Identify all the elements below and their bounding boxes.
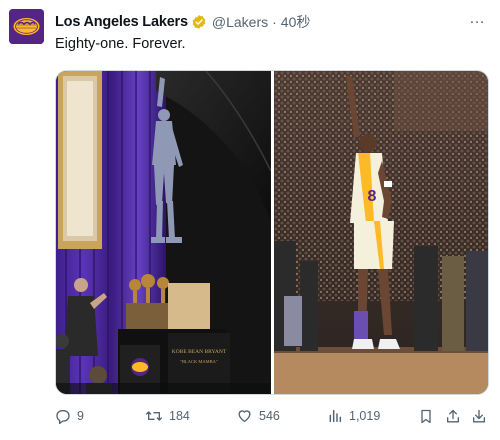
avatar[interactable] [9, 9, 44, 44]
plaque-title: KOBE BEAN BRYANT [172, 349, 227, 355]
photo-statue[interactable]: KOBE BEAN BRYANT "BLACK MAMBA" [56, 71, 271, 394]
like-count: 546 [259, 409, 280, 423]
bookmark-button[interactable] [418, 408, 434, 425]
jersey-number: 8 [368, 188, 377, 205]
more-icon[interactable]: … [469, 10, 486, 28]
lakers-logo [9, 9, 44, 44]
display-name[interactable]: Los Angeles Lakers [55, 14, 188, 30]
handle[interactable]: @Lakers [212, 14, 268, 30]
share-icon [447, 409, 459, 423]
download-button[interactable] [471, 408, 487, 425]
separator-dot: · [272, 14, 277, 30]
reply-button[interactable]: 9 [55, 408, 84, 424]
repost-button[interactable]: 184 [145, 408, 190, 424]
tweet: Los Angeles Lakers @Lakers · 40秒 … Eight… [0, 0, 500, 440]
repost-icon [146, 411, 162, 421]
views-icon [329, 409, 342, 423]
reply-count: 9 [77, 409, 84, 423]
like-icon [238, 410, 251, 422]
action-bar: 9 184 546 1,019 [55, 408, 489, 432]
share-button[interactable] [445, 408, 461, 425]
tweet-header: Los Angeles Lakers @Lakers · 40秒 … [55, 10, 486, 32]
arena-photo-illustration: 8 [274, 71, 488, 394]
statue-photo-illustration: KOBE BEAN BRYANT "BLACK MAMBA" [56, 71, 271, 394]
like-button[interactable]: 546 [236, 408, 280, 424]
bookmark-icon [421, 409, 431, 424]
repost-count: 184 [169, 409, 190, 423]
timestamp[interactable]: 40秒 [281, 12, 311, 32]
reply-icon [56, 410, 70, 424]
tweet-text: Eighty-one. Forever. [55, 36, 186, 52]
verified-badge-icon [192, 15, 206, 29]
views-button[interactable]: 1,019 [327, 408, 380, 424]
plaque-subtitle: "BLACK MAMBA" [180, 359, 218, 364]
views-count: 1,019 [349, 409, 381, 423]
photo-final-game[interactable]: 8 [274, 71, 488, 394]
media-grid: KOBE BEAN BRYANT "BLACK MAMBA" 8 [55, 70, 489, 395]
download-icon [473, 409, 485, 423]
